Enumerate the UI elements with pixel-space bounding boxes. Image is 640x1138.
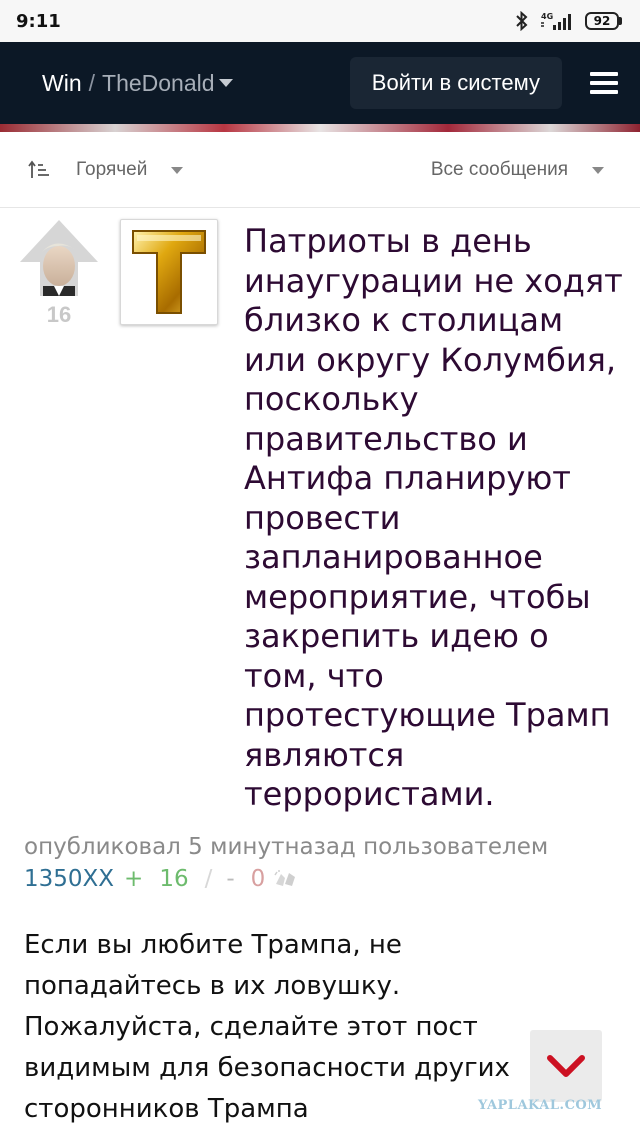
post-title[interactable]: Патриоты в день инаугурации не ходят бли… [244, 222, 626, 815]
upvote-count: 16 [159, 866, 189, 892]
sort-ascending-icon[interactable] [28, 159, 50, 181]
sort-dropdown[interactable]: Горячей [76, 159, 184, 181]
upvote-arrow-icon[interactable] [18, 218, 100, 296]
clapping-hands-icon[interactable] [273, 870, 299, 888]
watermark: YAPLAKAL.COM [478, 1098, 603, 1113]
sort-label: Горячей [76, 159, 148, 180]
community-switcher[interactable]: Win / TheDonald [42, 70, 233, 97]
scroll-down-button[interactable] [530, 1030, 602, 1102]
status-icons: 4G 92 [515, 11, 622, 31]
status-time: 9:11 [16, 10, 61, 32]
filter-dropdown[interactable]: Все сообщения [431, 159, 604, 181]
brand-separator: / [88, 69, 96, 96]
meta-prefix: опубликовал 5 минутназад пользователем [24, 834, 549, 860]
divider [0, 207, 640, 208]
vote-separator: / [204, 866, 213, 892]
community-name: TheDonald [102, 69, 215, 96]
post-meta: опубликовал 5 минутназад пользователем 1… [24, 834, 624, 892]
brand-name: Win [42, 69, 82, 96]
bluetooth-icon [515, 11, 529, 31]
login-button[interactable]: Войти в систему [349, 57, 562, 109]
status-bar: 9:11 4G 92 [0, 0, 640, 42]
gold-letter-t-icon [132, 230, 206, 314]
battery-icon: 92 [585, 12, 622, 30]
caret-down-icon [592, 166, 604, 174]
author-link[interactable]: 1350XX [24, 866, 114, 892]
vote-count: 16 [46, 302, 72, 327]
top-navbar: Win / TheDonald Войти в систему [0, 42, 640, 124]
caret-down-icon [171, 166, 184, 174]
network-type: 4G [541, 12, 553, 21]
sort-bar: Горячей Все сообщения [0, 148, 640, 192]
banner-strip [0, 124, 640, 132]
post-thumbnail[interactable] [120, 219, 218, 325]
vote-box: 16 [18, 218, 100, 328]
downvote-sign: - [226, 866, 235, 892]
caret-down-icon [218, 79, 233, 87]
hamburger-menu-icon[interactable] [590, 72, 618, 94]
battery-level: 92 [585, 12, 619, 30]
signal-icon: 4G [539, 11, 575, 31]
filter-label: Все сообщения [430, 159, 568, 180]
upvote-sign: + [124, 866, 144, 892]
downvote-count: 0 [250, 866, 266, 892]
chevron-down-icon [547, 1055, 585, 1077]
